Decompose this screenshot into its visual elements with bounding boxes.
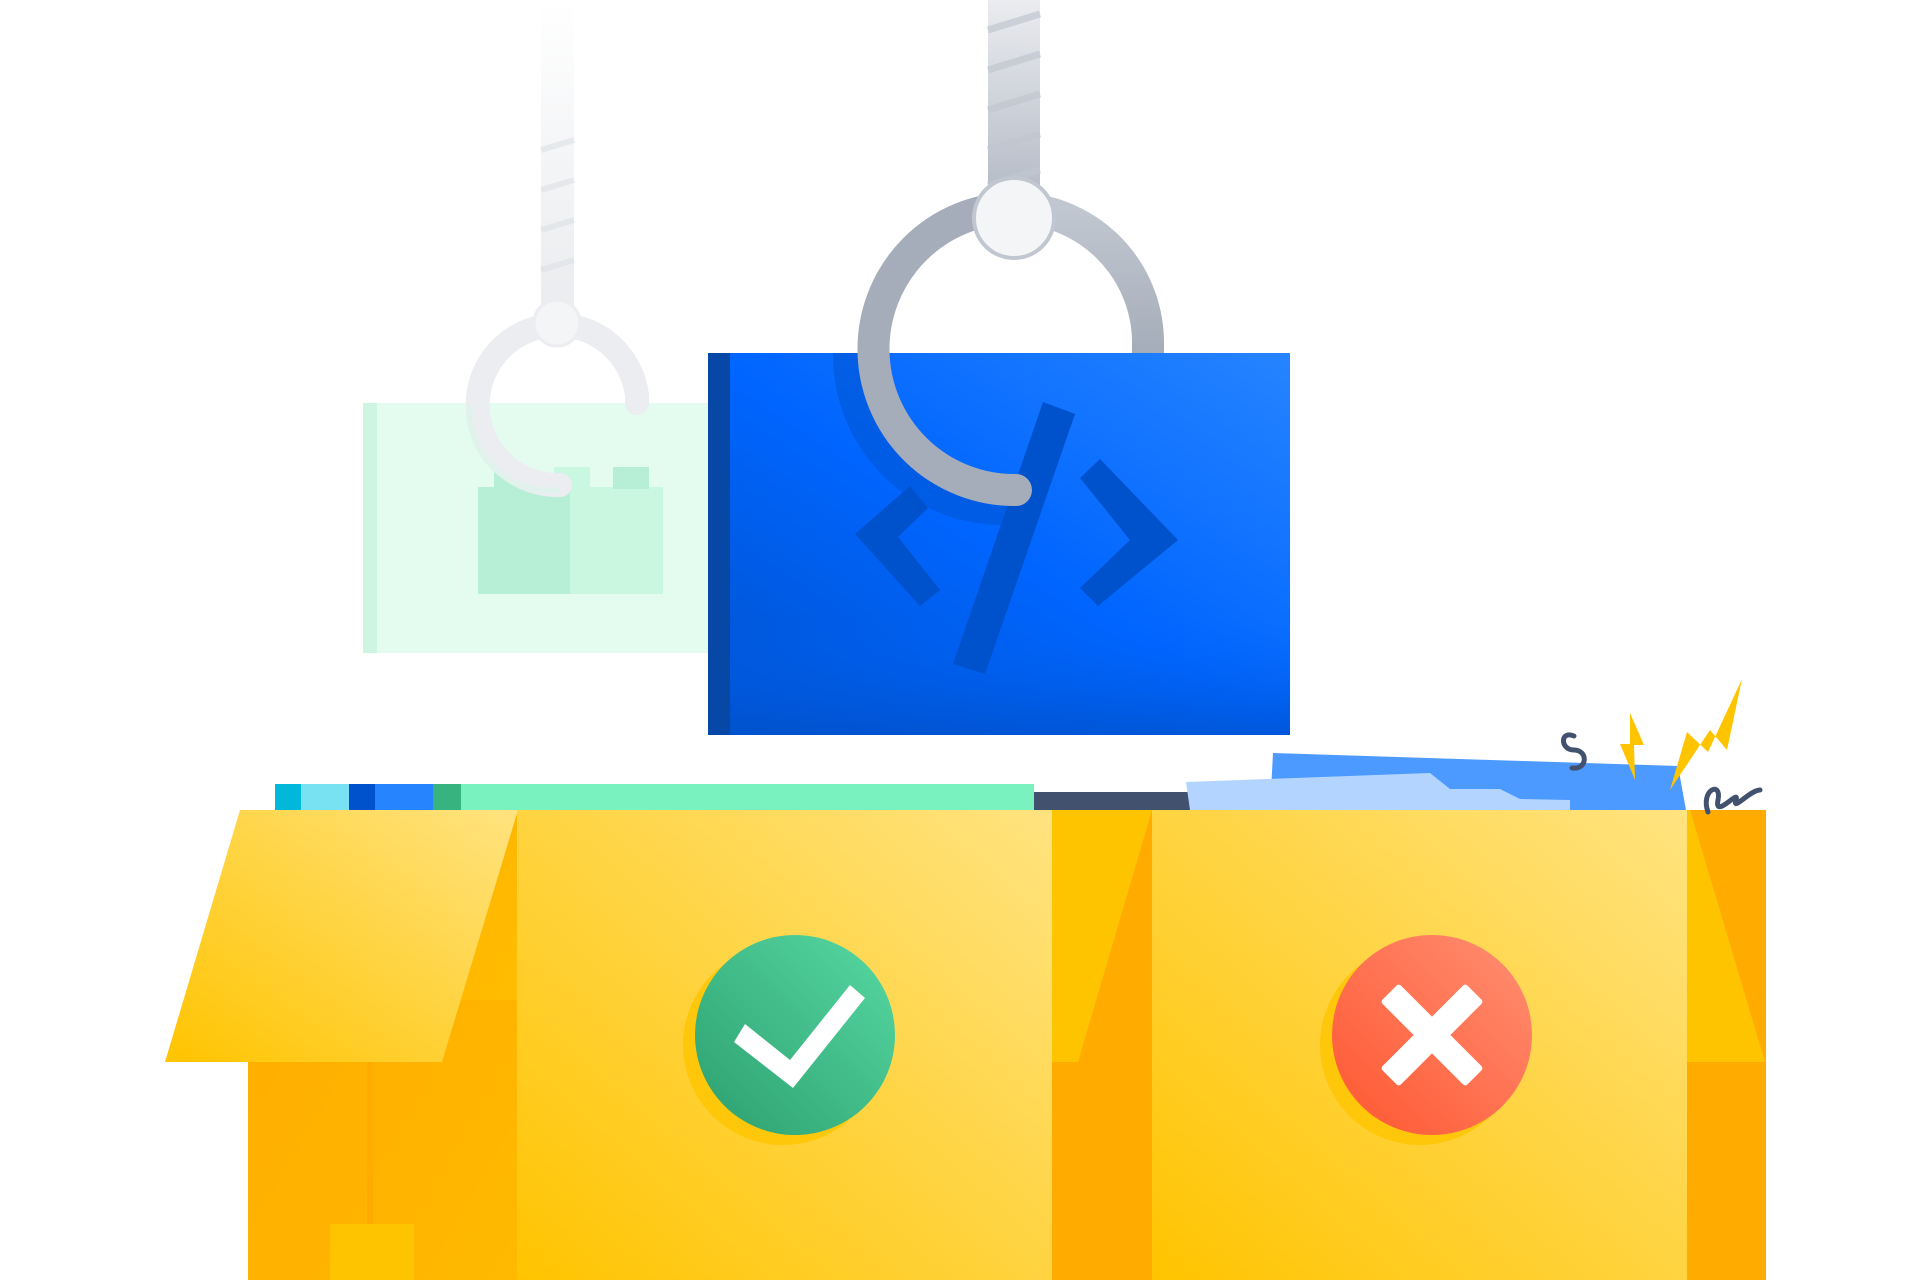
- code-card-edge: [708, 353, 730, 735]
- rope-icon: [541, 0, 574, 320]
- box-contents: [275, 753, 1686, 814]
- lego-card-group: [363, 0, 723, 653]
- lego-card-edge: [363, 403, 377, 653]
- hook-joint: [532, 298, 582, 348]
- code-card-group: [708, 0, 1290, 735]
- hook-joint: [972, 176, 1056, 260]
- box-tape: [330, 1224, 414, 1280]
- illustration-scene: [165, 0, 1766, 1280]
